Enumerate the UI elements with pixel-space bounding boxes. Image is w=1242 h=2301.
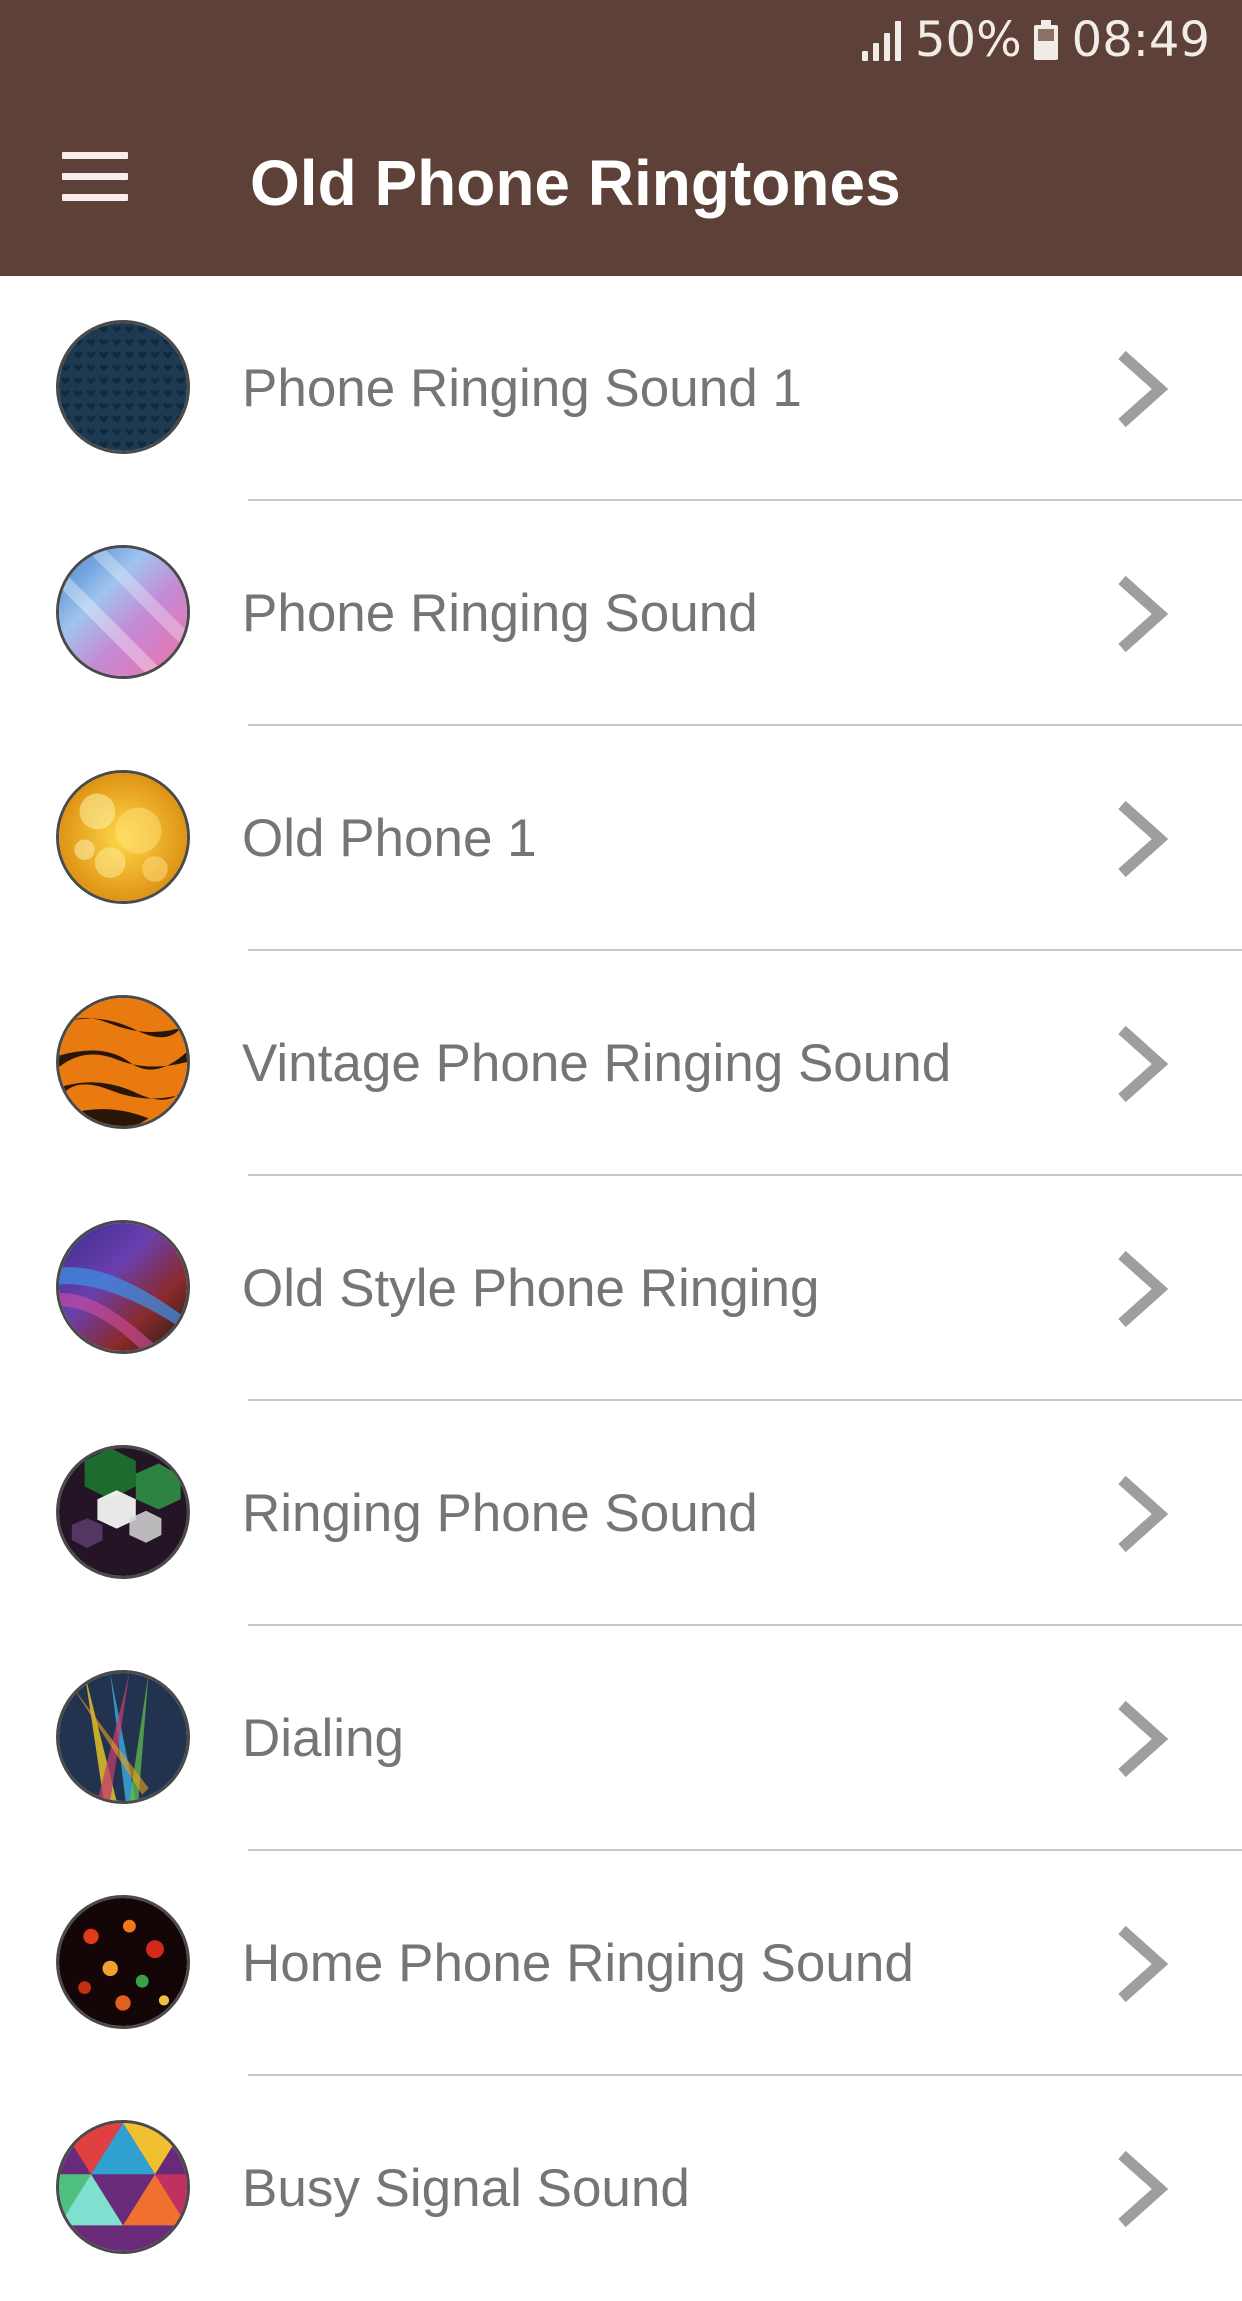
ringtone-label: Phone Ringing Sound 1 <box>242 359 802 418</box>
ringtone-label: Ringing Phone Sound <box>242 1484 758 1543</box>
clock: 08:49 <box>1071 12 1210 68</box>
chevron-right-icon <box>1112 2147 1172 2231</box>
ringtone-thumbnail <box>56 1670 190 1804</box>
ringtone-label: Phone Ringing Sound <box>242 584 758 643</box>
list-item[interactable]: Busy Signal Sound <box>0 2076 1242 2301</box>
ringtone-label: Old Phone 1 <box>242 809 537 868</box>
chevron-right-icon <box>1112 347 1172 431</box>
ringtone-thumbnail <box>56 545 190 679</box>
chevron-right-icon <box>1112 797 1172 881</box>
list-item[interactable]: Old Phone 1 <box>0 726 1242 951</box>
list-item[interactable]: Vintage Phone Ringing Sound <box>0 951 1242 1176</box>
list-item[interactable]: Phone Ringing Sound <box>0 501 1242 726</box>
battery-icon <box>1033 20 1058 60</box>
chevron-right-icon <box>1112 1472 1172 1556</box>
ringtone-thumbnail <box>56 1220 190 1354</box>
ringtone-thumbnail <box>56 1445 190 1579</box>
status-bar: 50% 08:49 <box>861 8 1210 72</box>
ringtone-label: Old Style Phone Ringing <box>242 1259 820 1318</box>
ringtone-thumbnail <box>56 320 190 454</box>
ringtone-thumbnail <box>56 995 190 1129</box>
app-bar: 50% 08:49 Old Phone Ringtones <box>0 0 1242 276</box>
signal-icon <box>861 19 901 61</box>
ringtone-list: Phone Ringing Sound 1 Phone Ringing Soun… <box>0 276 1242 2301</box>
list-item[interactable]: Old Style Phone Ringing <box>0 1176 1242 1401</box>
list-item[interactable]: Dialing <box>0 1626 1242 1851</box>
page-title: Old Phone Ringtones <box>250 147 901 219</box>
list-item[interactable]: Ringing Phone Sound <box>0 1401 1242 1626</box>
list-item[interactable]: Phone Ringing Sound 1 <box>0 276 1242 501</box>
chevron-right-icon <box>1112 1022 1172 1106</box>
ringtone-thumbnail <box>56 770 190 904</box>
chevron-right-icon <box>1112 1697 1172 1781</box>
ringtone-label: Busy Signal Sound <box>242 2159 690 2218</box>
ringtone-label: Dialing <box>242 1709 405 1768</box>
battery-percent: 50% <box>914 12 1022 68</box>
ringtone-thumbnail <box>56 1895 190 2029</box>
ringtone-thumbnail <box>56 2120 190 2254</box>
ringtone-label: Home Phone Ringing Sound <box>242 1934 914 1993</box>
chevron-right-icon <box>1112 1247 1172 1331</box>
chevron-right-icon <box>1112 572 1172 656</box>
hamburger-menu-icon[interactable] <box>62 152 128 202</box>
ringtone-label: Vintage Phone Ringing Sound <box>242 1034 952 1093</box>
list-item[interactable]: Home Phone Ringing Sound <box>0 1851 1242 2076</box>
chevron-right-icon <box>1112 1922 1172 2006</box>
